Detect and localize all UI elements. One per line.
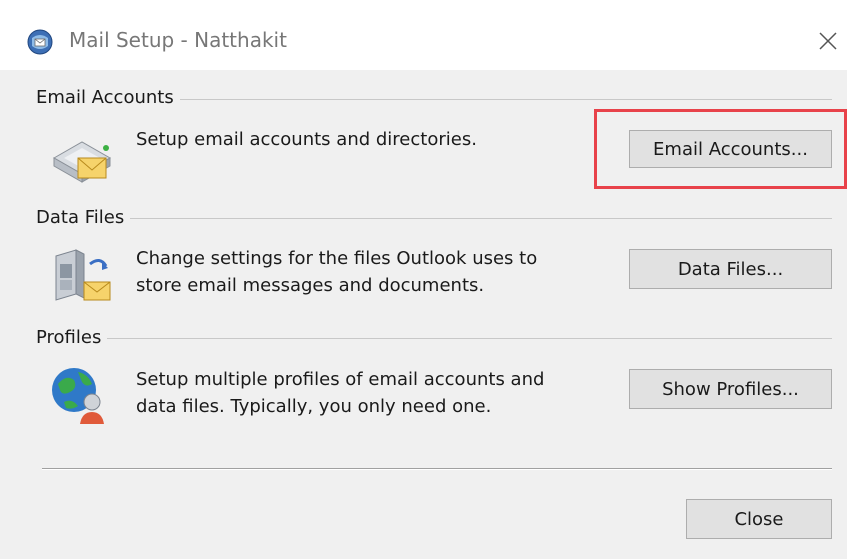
show-profiles-button[interactable]: Show Profiles... <box>629 369 832 409</box>
highlight-box <box>594 109 847 189</box>
data-files-group-title: Data Files <box>36 207 131 228</box>
profiles-group-line <box>36 338 832 339</box>
email-accounts-group-title: Email Accounts <box>36 87 180 108</box>
profiles-description-line2: data files. Typically, you only need one… <box>136 396 492 417</box>
mail-setup-icon <box>27 29 53 55</box>
data-files-description-line1: Change settings for the files Outlook us… <box>136 248 538 269</box>
email-accounts-icon <box>52 141 112 183</box>
footer-separator <box>42 468 832 470</box>
email-accounts-description: Setup email accounts and directories. <box>136 129 477 150</box>
window-title: Mail Setup - Natthakit <box>69 28 287 52</box>
background-strip <box>0 0 847 12</box>
profiles-group-title: Profiles <box>36 327 108 348</box>
mail-setup-dialog: Mail Setup - Natthakit Email Accounts Se… <box>0 0 847 559</box>
title-bar: Mail Setup - Natthakit <box>0 12 847 70</box>
data-files-group-line <box>36 218 832 219</box>
data-files-icon <box>55 249 111 301</box>
data-files-description-line2: store email messages and documents. <box>136 275 485 296</box>
profiles-icon <box>52 368 104 424</box>
close-button[interactable]: Close <box>686 499 832 539</box>
data-files-button[interactable]: Data Files... <box>629 249 832 289</box>
close-icon[interactable] <box>812 25 842 55</box>
profiles-description-line1: Setup multiple profiles of email account… <box>136 369 545 390</box>
